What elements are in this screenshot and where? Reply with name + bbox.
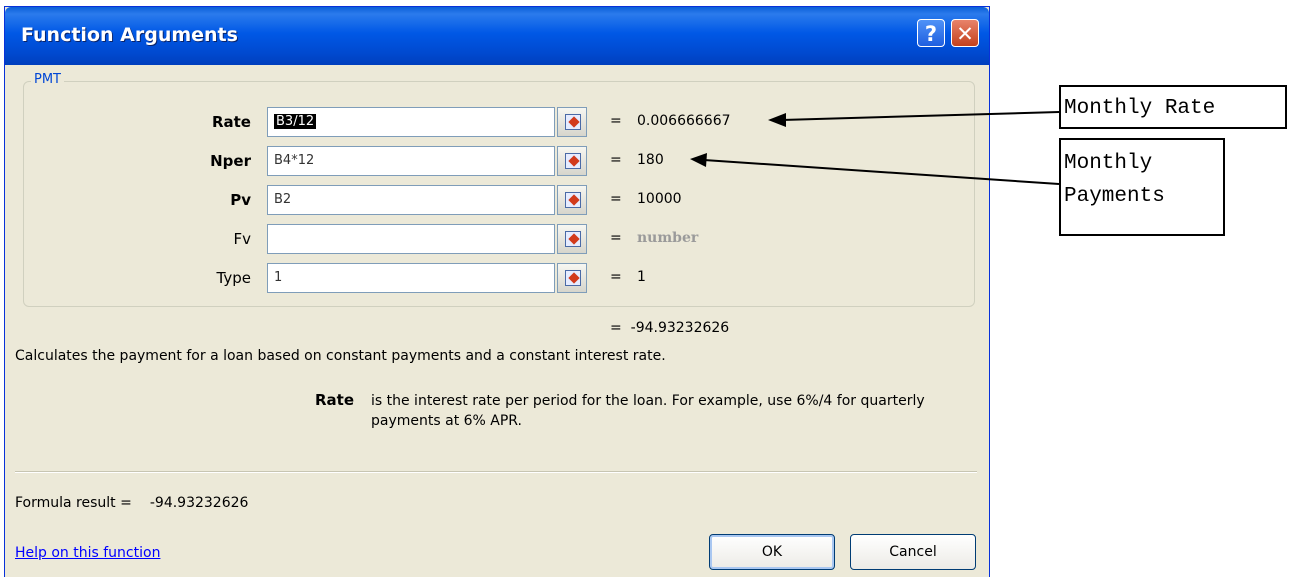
arrow-line-monthly-rate <box>781 111 1060 121</box>
monthly-payments-line1: Monthly <box>1064 152 1153 175</box>
arrow-line-monthly-payments <box>703 159 1060 185</box>
arrow-head-monthly-rate <box>768 113 786 127</box>
monthly-payments-callout: Monthly Payments <box>1059 138 1225 236</box>
monthly-rate-callout: Monthly Rate <box>1059 85 1287 129</box>
monthly-payments-line2: Payments <box>1064 185 1165 208</box>
arrow-head-monthly-payments <box>690 153 707 167</box>
